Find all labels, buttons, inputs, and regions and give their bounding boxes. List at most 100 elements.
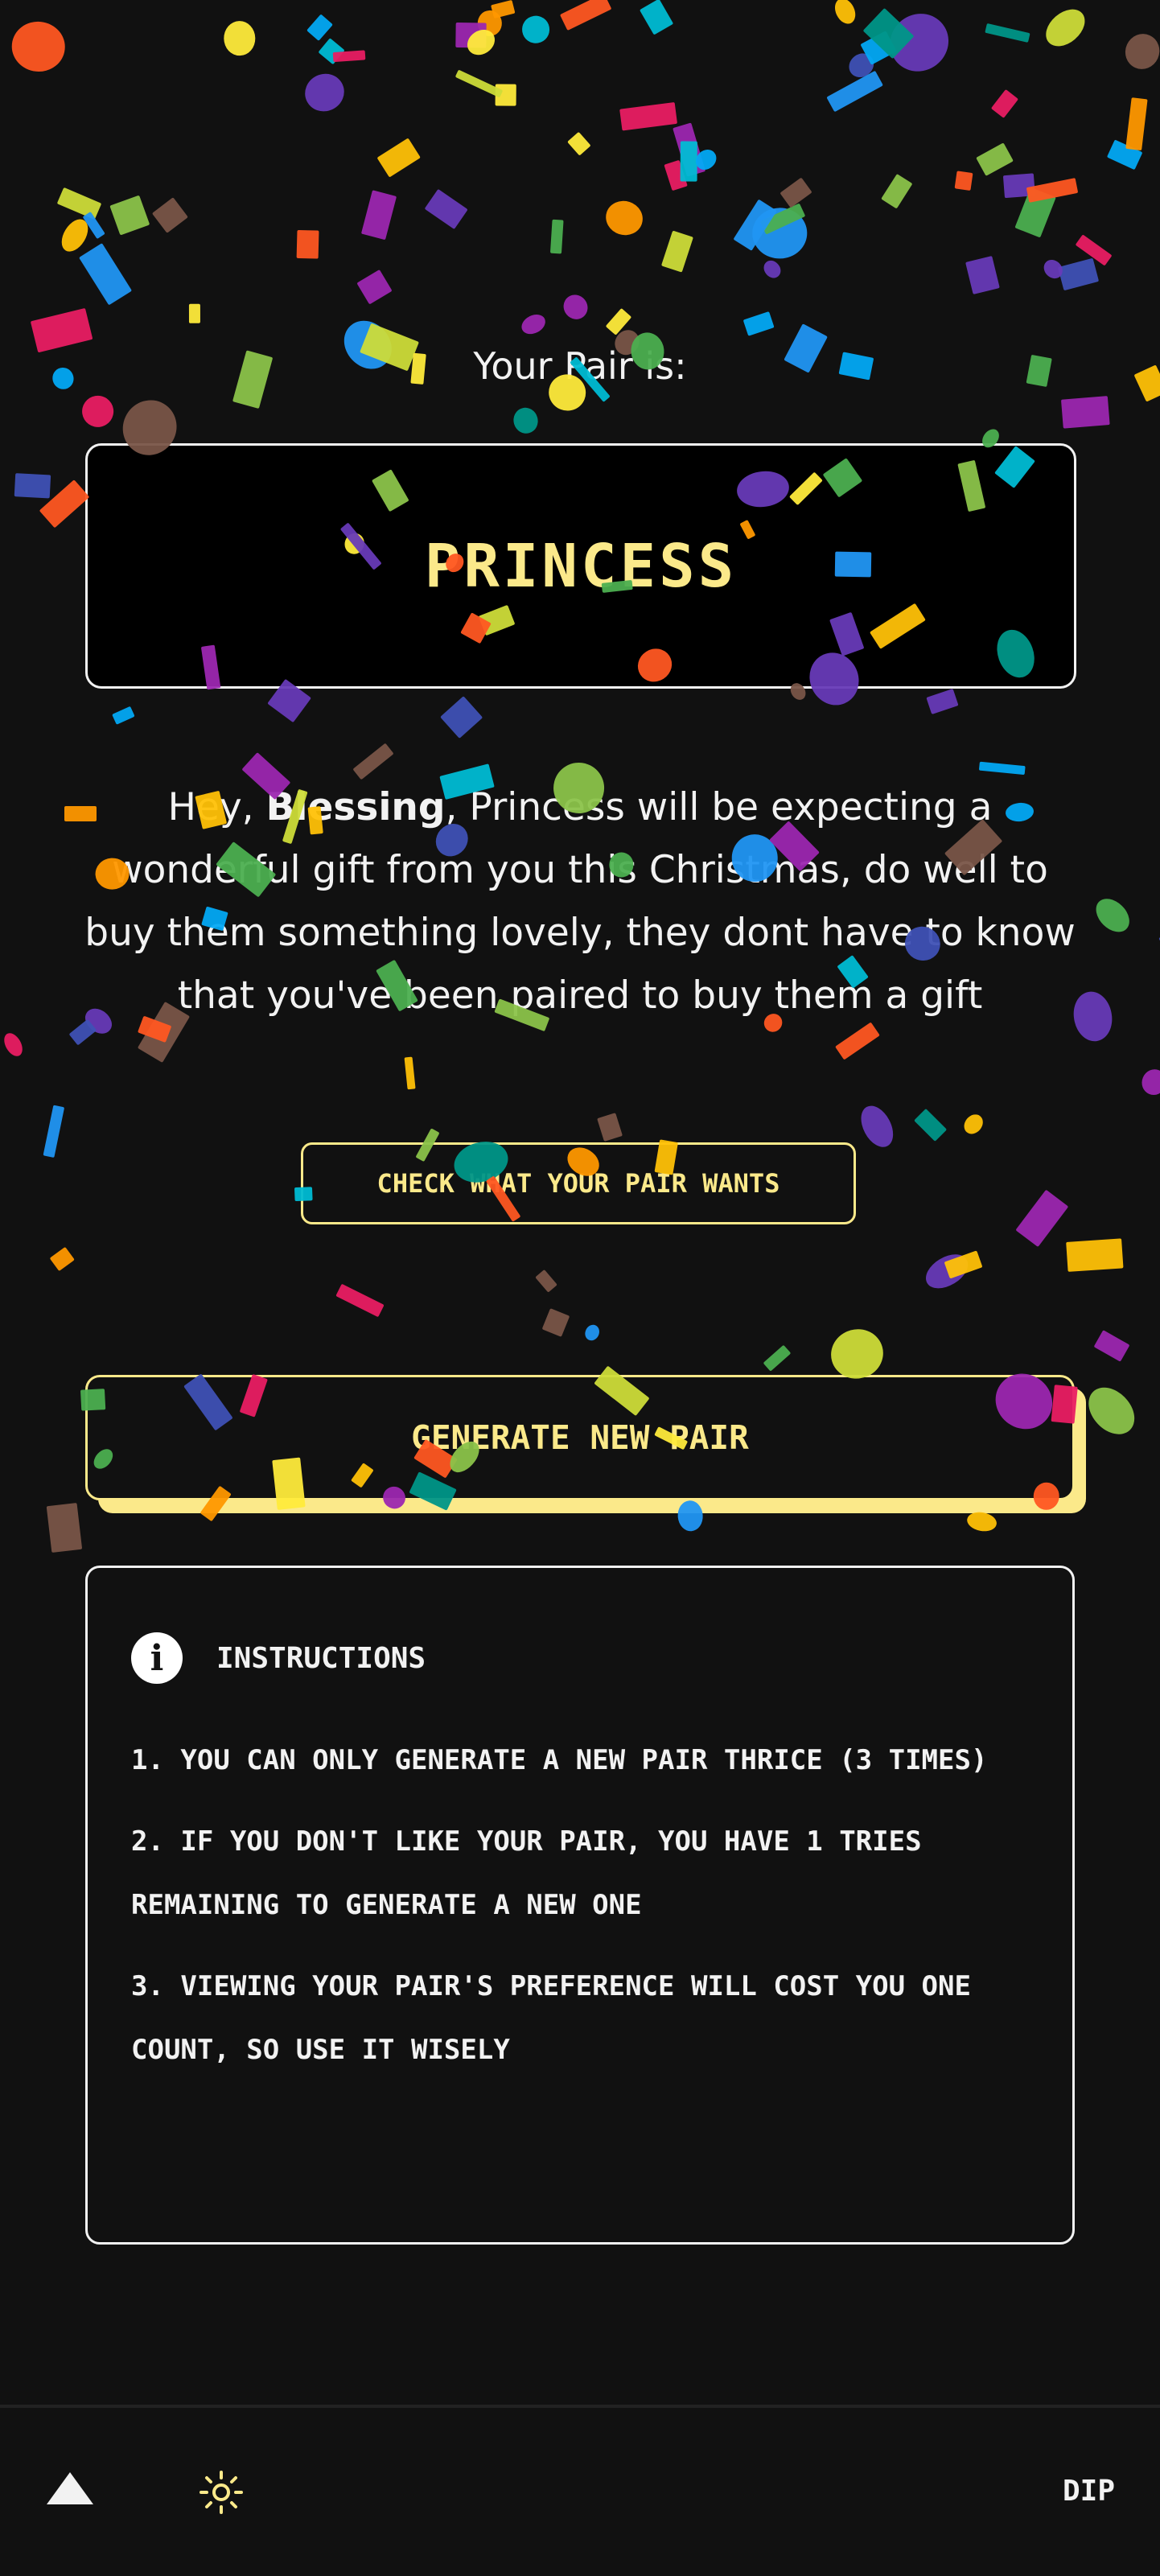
confetti-piece: [991, 89, 1019, 119]
confetti-piece: [490, 0, 515, 19]
confetti-piece: [1075, 234, 1113, 266]
confetti-piece: [880, 173, 913, 209]
confetti-piece: [404, 1057, 416, 1090]
confetti-piece: [954, 171, 973, 191]
confetti-piece: [835, 1022, 881, 1060]
confetti-piece: [9, 19, 68, 75]
triangle-up-icon[interactable]: [47, 2472, 93, 2504]
confetti-piece: [978, 761, 1026, 776]
confetti-piece: [944, 1250, 982, 1279]
confetti-piece: [111, 706, 135, 725]
confetti-piece: [356, 270, 393, 305]
confetti-piece: [1066, 1238, 1124, 1272]
confetti-piece: [976, 142, 1014, 177]
instructions-list: 1. YOU CAN ONLY GENERATE A NEW PAIR THRI…: [131, 1729, 1032, 2100]
confetti-piece: [519, 311, 549, 338]
confetti-piece: [495, 84, 516, 107]
instruction-item: 3. VIEWING YOUR PAIR'S PREFERENCE WILL C…: [131, 1970, 971, 2066]
pair-label: Your Pair is:: [473, 344, 687, 388]
brand-logo[interactable]: DIP: [1063, 2475, 1115, 2508]
pair-name-box: PRINCESS: [85, 443, 1076, 689]
confetti-piece: [318, 38, 346, 65]
confetti-piece: [965, 1509, 998, 1534]
confetti-piece: [965, 256, 1000, 295]
confetti-piece: [732, 199, 777, 252]
confetti-piece: [759, 203, 806, 235]
confetti-piece: [673, 122, 706, 177]
confetti-piece: [424, 188, 468, 230]
confetti-piece: [760, 257, 784, 282]
confetti-piece: [854, 1100, 900, 1153]
confetti-piece: [680, 141, 697, 182]
confetti-piece: [560, 0, 612, 31]
confetti-piece: [109, 195, 150, 236]
confetti-piece: [1026, 178, 1079, 204]
confetti-piece: [960, 1110, 987, 1138]
confetti-piece: [1093, 1329, 1130, 1362]
confetti-piece: [361, 190, 397, 240]
confetti-piece: [1106, 139, 1143, 171]
confetti-piece: [558, 290, 594, 324]
confetti-piece: [43, 1105, 64, 1158]
confetti-piece: [306, 13, 334, 41]
instructions-header: i INSTRUCTIONS: [131, 1632, 426, 1684]
generate-new-pair-button[interactable]: GENERATE NEW PAIR: [85, 1375, 1075, 1500]
confetti-piece: [619, 102, 678, 131]
confetti-piece: [914, 1108, 947, 1142]
confetti-piece: [752, 207, 808, 259]
footer-divider: [0, 2405, 1160, 2408]
instruction-item: 1. YOU CAN ONLY GENERATE A NEW PAIR THRI…: [131, 1744, 988, 1776]
confetti-piece: [1125, 97, 1148, 151]
confetti-piece: [985, 23, 1030, 43]
confetti-piece: [462, 24, 500, 61]
check-pair-wants-button[interactable]: CHECK WHAT YOUR PAIR WANTS: [301, 1142, 856, 1224]
confetti-piece: [1014, 1190, 1068, 1248]
confetti-piece: [298, 68, 352, 118]
confetti-piece: [742, 311, 775, 337]
confetti-piece: [82, 211, 106, 239]
confetti-piece: [844, 48, 878, 82]
confetti-piece: [926, 689, 959, 715]
confetti-piece: [49, 1247, 76, 1273]
confetti-piece: [440, 696, 483, 739]
confetti-piece: [14, 472, 51, 499]
pair-message: Hey, Blessing, Princess will be expectin…: [80, 776, 1080, 1027]
confetti-piece: [476, 10, 503, 37]
confetti-piece: [1060, 395, 1110, 429]
confetti-piece: [860, 30, 897, 64]
message-greeting: Hey,: [167, 785, 266, 829]
instructions-card: i INSTRUCTIONS 1. YOU CAN ONLY GENERATE …: [85, 1566, 1075, 2245]
confetti-piece: [692, 146, 721, 175]
confetti-piece: [296, 229, 319, 259]
confetti-piece: [511, 405, 541, 437]
confetti-piece: [1080, 1378, 1145, 1443]
confetti-piece: [1089, 892, 1136, 939]
confetti-piece: [830, 0, 860, 27]
confetti-piece: [56, 187, 102, 220]
instruction-item: 2. IF YOU DON'T LIKE YOUR PAIR, YOU HAVE…: [131, 1825, 922, 1921]
confetti-piece: [597, 1113, 623, 1142]
confetti-piece: [780, 177, 812, 208]
confetti-piece: [335, 1283, 385, 1317]
confetti-piece: [566, 131, 591, 156]
confetti-piece: [664, 160, 688, 191]
confetti-piece: [332, 50, 366, 63]
confetti-piece: [919, 1248, 974, 1296]
confetti-piece: [1002, 173, 1035, 199]
confetti-piece: [763, 1344, 792, 1372]
confetti-piece: [602, 195, 648, 240]
confetti-piece: [455, 22, 487, 48]
confetti-piece: [535, 1269, 557, 1293]
confetti-piece: [0, 1029, 27, 1060]
confetti-piece: [1014, 187, 1056, 238]
confetti-piece: [376, 138, 421, 178]
confetti-piece: [826, 70, 884, 112]
confetti-piece: [550, 219, 564, 254]
confetti-piece: [1119, 28, 1160, 75]
message-user-name: Blessing: [265, 785, 446, 829]
confetti-piece: [862, 7, 914, 59]
confetti-piece: [352, 743, 394, 780]
sun-icon[interactable]: [200, 2471, 243, 2514]
confetti-piece: [1040, 255, 1067, 282]
confetti-piece: [78, 243, 132, 306]
